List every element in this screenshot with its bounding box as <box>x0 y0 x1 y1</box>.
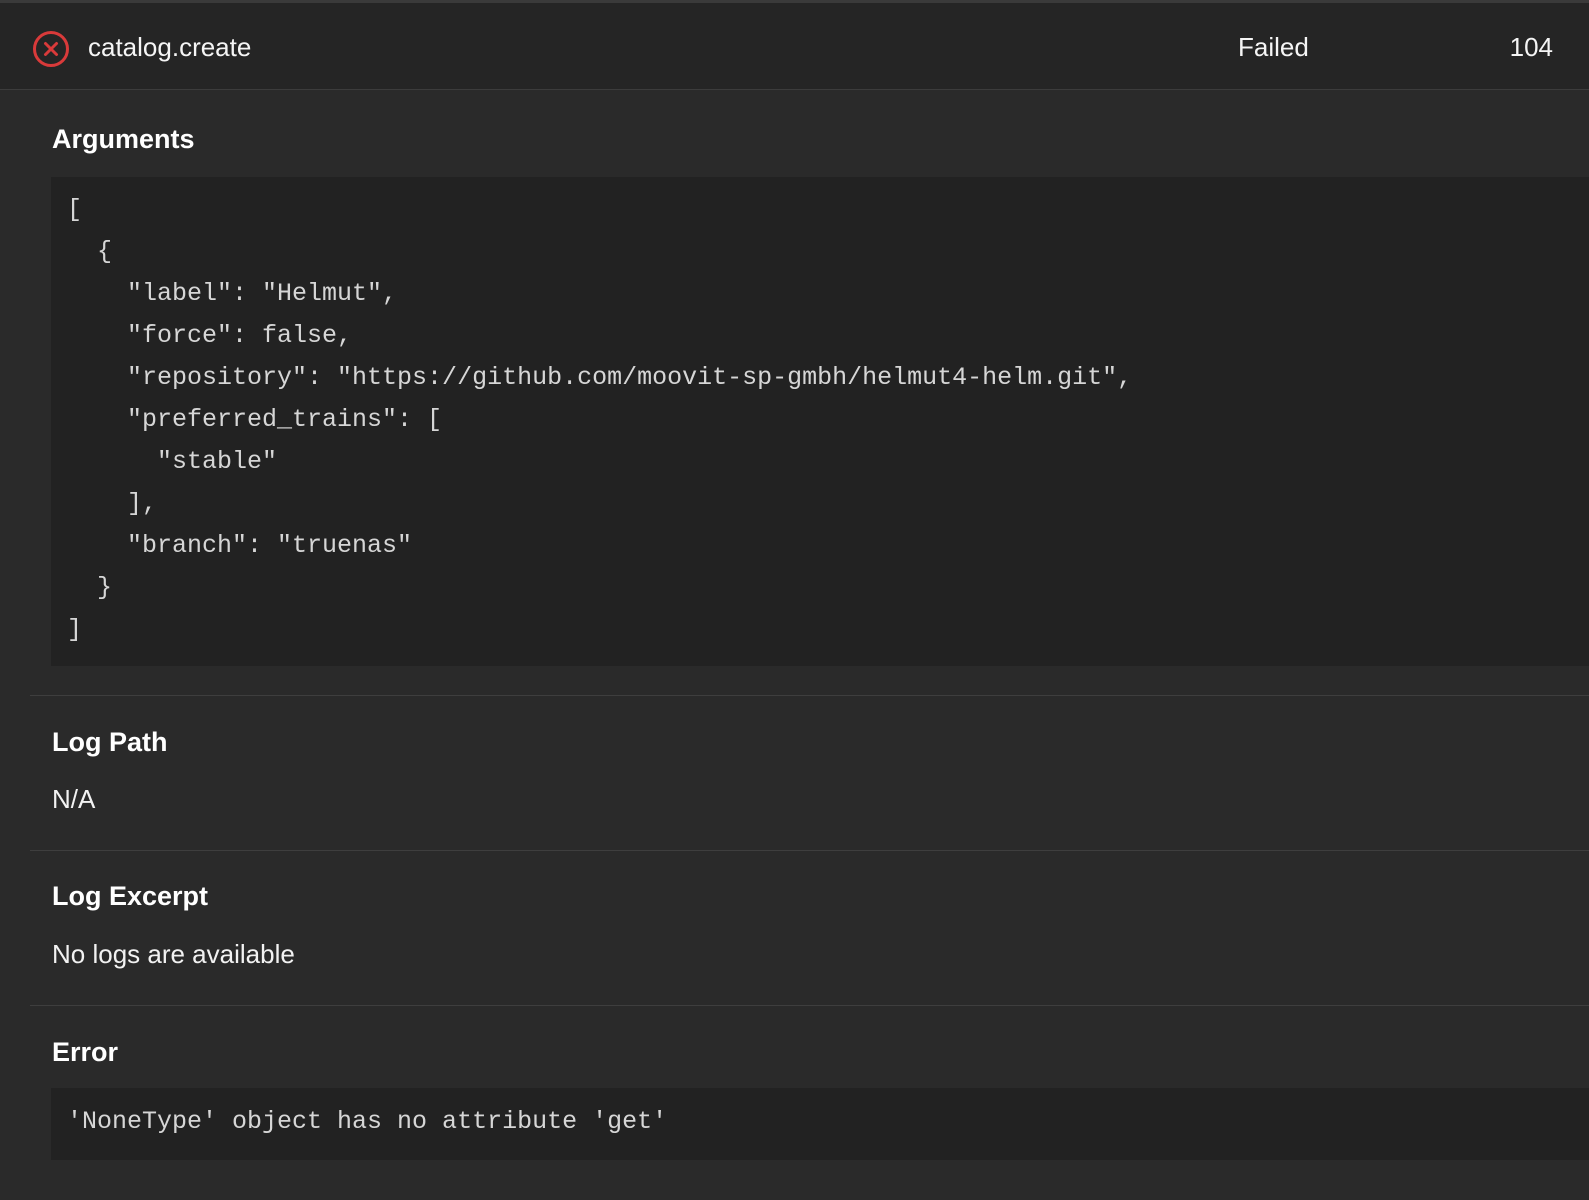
log-path-value: N/A <box>52 784 96 814</box>
log-excerpt-heading: Log Excerpt <box>52 881 209 911</box>
job-row-catalog-create[interactable]: catalog.create Failed 104 <box>0 3 1589 90</box>
log-path-heading: Log Path <box>52 727 168 757</box>
error-code-block: 'NoneType' object has no attribute 'get' <box>51 1088 1589 1160</box>
code-line: { <box>67 237 113 266</box>
arguments-code-block: [ { "label": "Helmut", "force": false, "… <box>51 177 1589 666</box>
job-name: catalog.create <box>88 32 252 62</box>
code-line: "repository": "https://github.com/moovit… <box>67 363 1133 392</box>
code-line: "preferred_trains": [ <box>67 405 443 434</box>
log-excerpt-value: No logs are available <box>52 939 295 969</box>
code-line: "force": false, <box>67 321 353 350</box>
code-line: [ <box>67 195 83 224</box>
job-state: Failed <box>1238 32 1309 62</box>
job-id: 104 <box>1509 32 1553 62</box>
code-line: "label": "Helmut", <box>67 279 398 308</box>
section-divider <box>30 695 1589 696</box>
code-line: "branch": "truenas" <box>67 531 413 560</box>
section-divider <box>30 850 1589 851</box>
code-line: "stable" <box>67 447 278 476</box>
error-message: 'NoneType' object has no attribute 'get' <box>67 1107 668 1136</box>
code-line: ], <box>67 489 158 518</box>
section-divider <box>30 1005 1589 1006</box>
error-heading: Error <box>52 1037 119 1067</box>
code-line: } <box>67 573 113 602</box>
arguments-heading: Arguments <box>52 124 195 154</box>
code-line: ] <box>67 615 83 644</box>
error-circle-x-icon <box>32 30 70 68</box>
